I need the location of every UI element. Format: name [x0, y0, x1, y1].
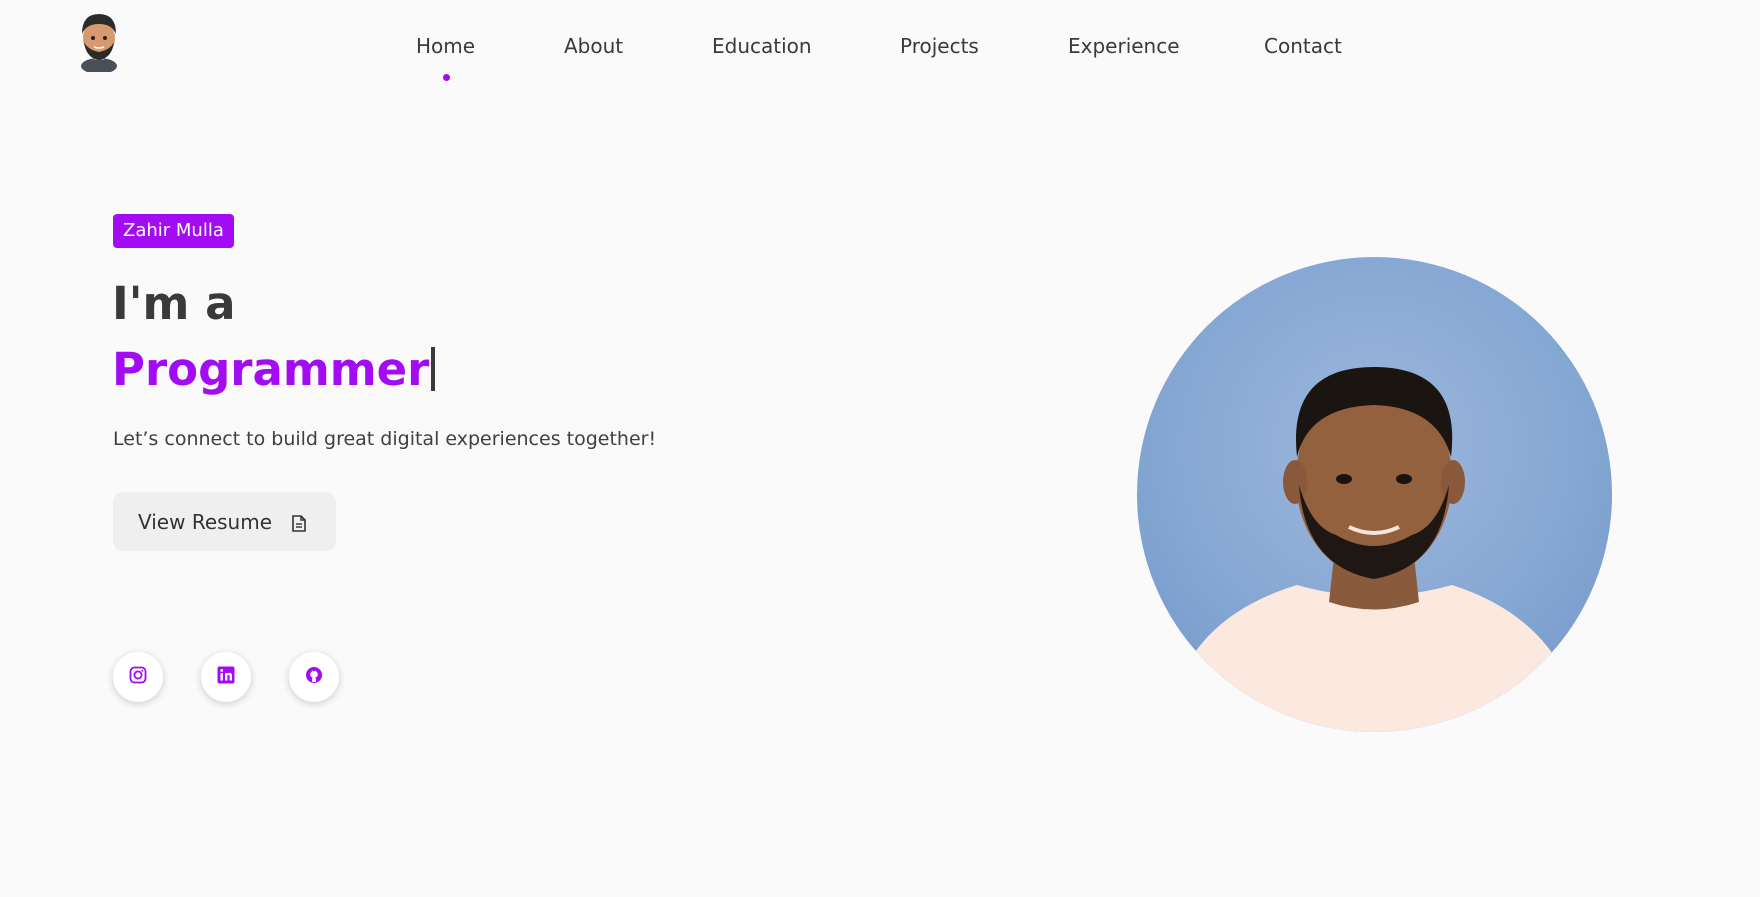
linkedin-button[interactable]	[201, 652, 251, 702]
view-resume-label: View Resume	[138, 509, 273, 534]
nav-contact[interactable]: Contact	[1264, 34, 1342, 58]
role-heading: Programmer	[112, 340, 436, 400]
linkedin-icon	[217, 666, 235, 688]
name-badge: Zahir Mulla	[113, 214, 234, 248]
nav-home[interactable]: Home	[416, 34, 475, 81]
instagram-button[interactable]	[113, 652, 163, 702]
github-icon	[305, 666, 323, 688]
nav-projects[interactable]: Projects	[900, 34, 979, 58]
role-text: Programmer	[112, 343, 430, 396]
portfolio-page: Home About Education Projects Experience…	[0, 0, 1760, 897]
instagram-icon	[129, 666, 147, 688]
nav-education[interactable]: Education	[712, 34, 812, 58]
nav-about[interactable]: About	[564, 34, 623, 58]
github-button[interactable]	[289, 652, 339, 702]
nav-experience[interactable]: Experience	[1068, 34, 1180, 58]
profile-photo	[1137, 257, 1612, 732]
main-nav: Home About Education Projects Experience…	[0, 34, 1760, 81]
intro-heading: I'm a	[112, 277, 236, 330]
view-resume-button[interactable]: View Resume	[113, 492, 336, 551]
typing-cursor	[431, 347, 436, 391]
tagline: Let’s connect to build great digital exp…	[113, 428, 657, 450]
file-text-icon	[292, 513, 308, 532]
